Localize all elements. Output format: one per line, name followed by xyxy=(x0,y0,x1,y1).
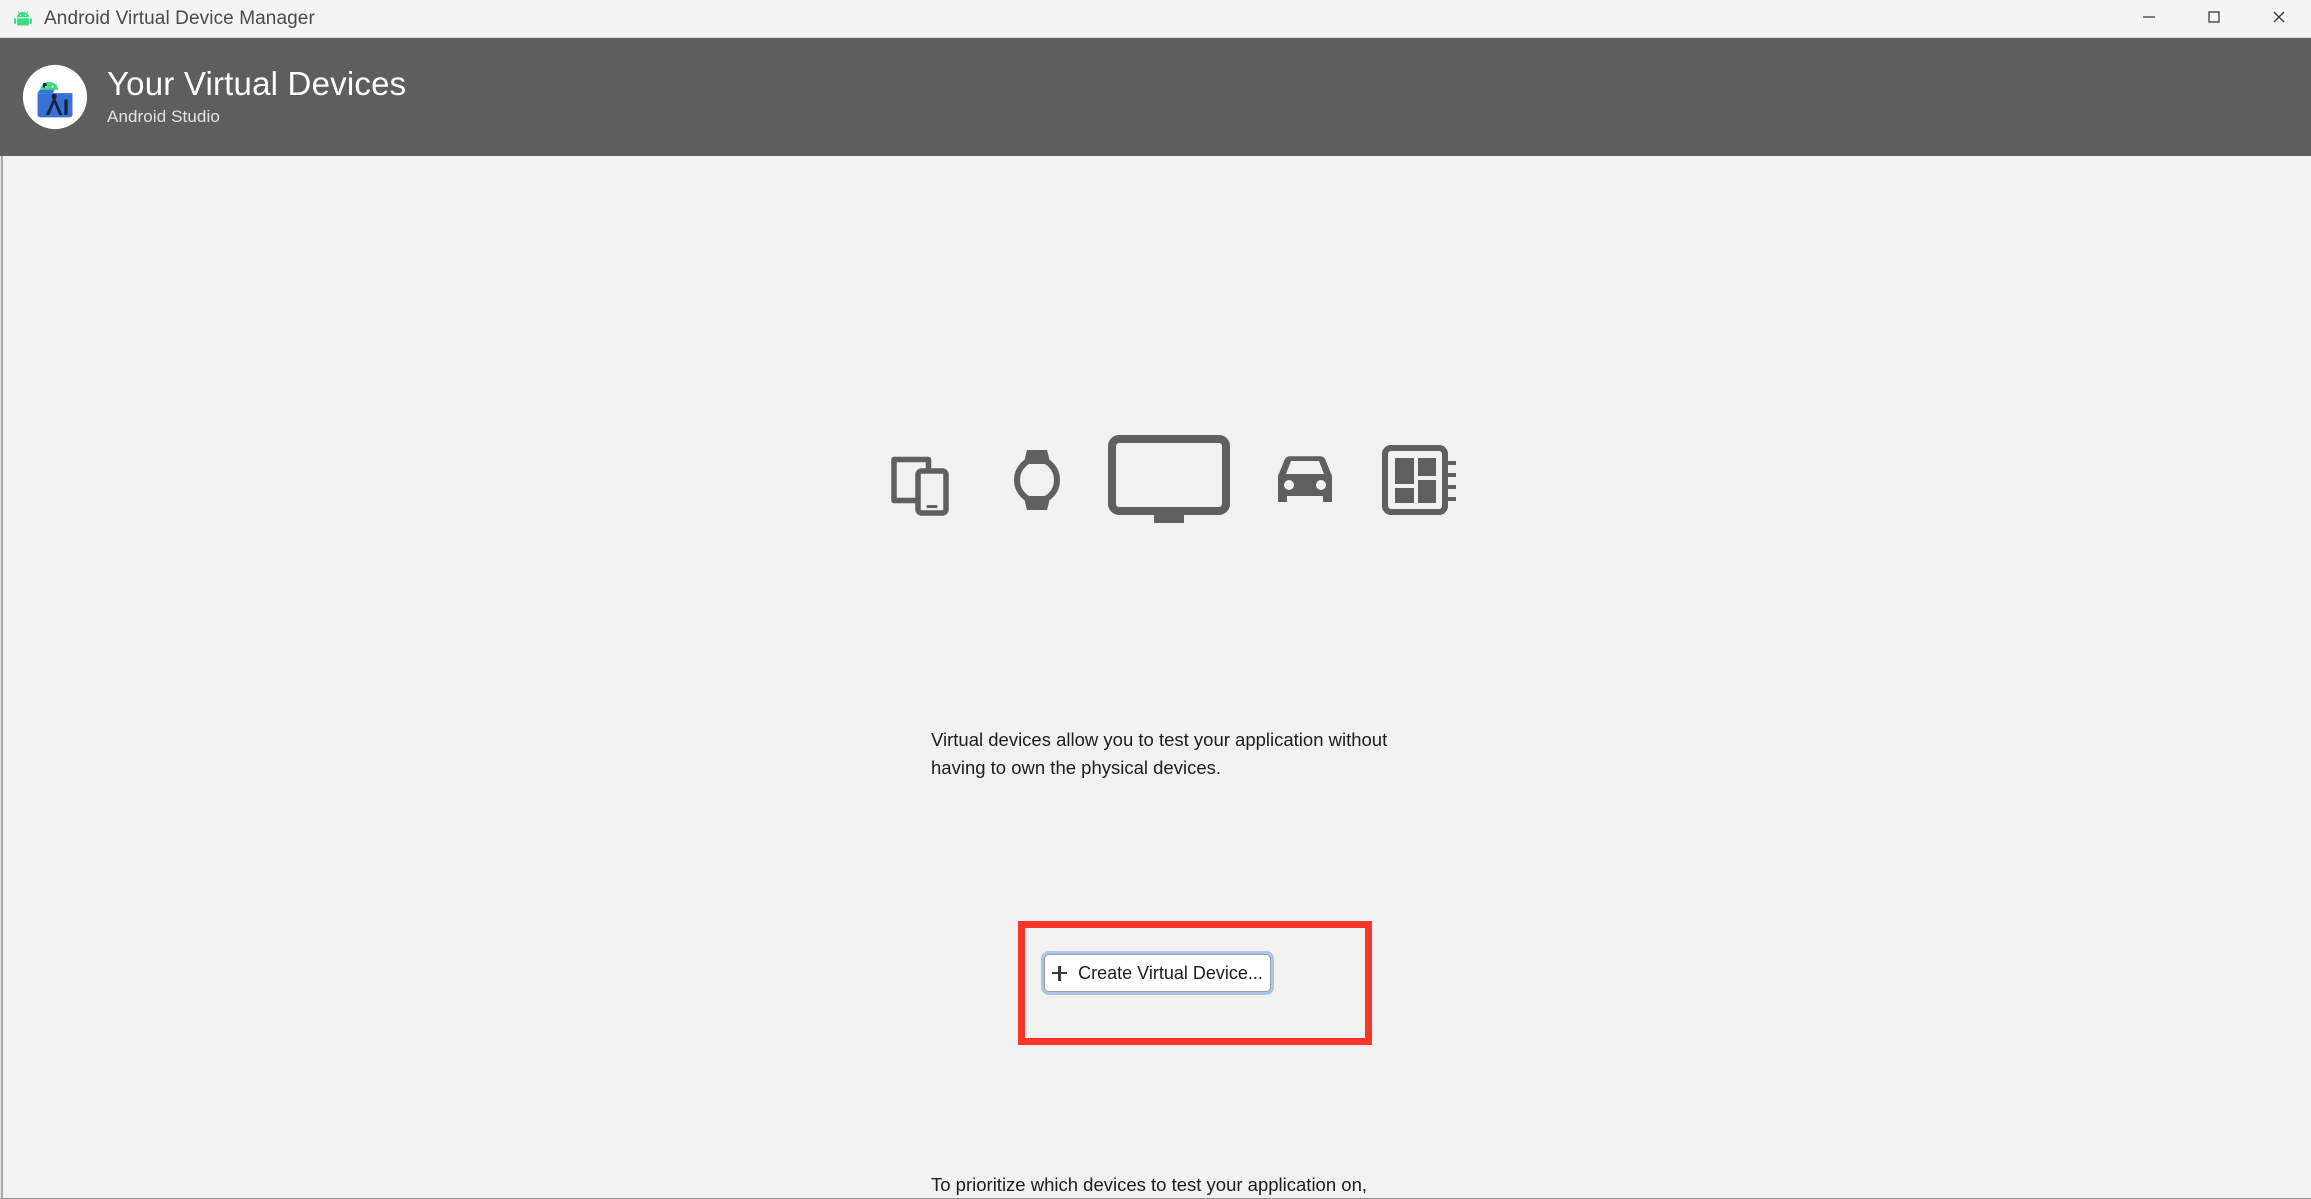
dashboards-footnote: To prioritize which devices to test your… xyxy=(931,1171,1371,1198)
page-header: Your Virtual Devices Android Studio xyxy=(0,38,2311,156)
minimize-icon xyxy=(2141,9,2157,28)
titlebar: Android Virtual Device Manager xyxy=(0,0,2311,38)
virtual-devices-description: Virtual devices allow you to test your a… xyxy=(931,729,1388,779)
create-virtual-device-button[interactable]: Create Virtual Device... xyxy=(1044,954,1271,992)
window-controls xyxy=(2116,0,2311,37)
android-studio-logo xyxy=(20,62,90,132)
minimize-button[interactable] xyxy=(2116,0,2181,37)
wear-watch-icon xyxy=(997,440,1077,520)
automotive-car-icon xyxy=(1262,440,1348,520)
maximize-button[interactable] xyxy=(2181,0,2246,37)
close-button[interactable] xyxy=(2246,0,2311,37)
device-family-icons xyxy=(885,424,1463,536)
create-virtual-device-label: Create Virtual Device... xyxy=(1078,962,1263,983)
window-title: Android Virtual Device Manager xyxy=(44,7,315,29)
plus-icon xyxy=(1052,965,1068,981)
page-subtitle: Android Studio xyxy=(107,106,220,126)
maximize-icon xyxy=(2206,9,2222,28)
close-icon xyxy=(2271,9,2287,28)
tablet-and-phone-icon xyxy=(885,440,965,520)
content-area: Virtual devices allow you to test your a… xyxy=(0,156,2311,1199)
page-title: Your Virtual Devices xyxy=(107,64,407,102)
header-text-group: Your Virtual Devices Android Studio xyxy=(107,64,407,128)
tv-icon xyxy=(1108,433,1230,527)
footnote-text-before: To prioritize which devices to test your… xyxy=(931,1174,1367,1195)
window-left-edge xyxy=(1,156,3,1198)
desktop-foldable-icon xyxy=(1379,440,1463,520)
android-robot-icon xyxy=(12,8,34,30)
android-virtual-device-manager-window: Android Virtual Device Manager Your Virt… xyxy=(0,0,2311,1199)
